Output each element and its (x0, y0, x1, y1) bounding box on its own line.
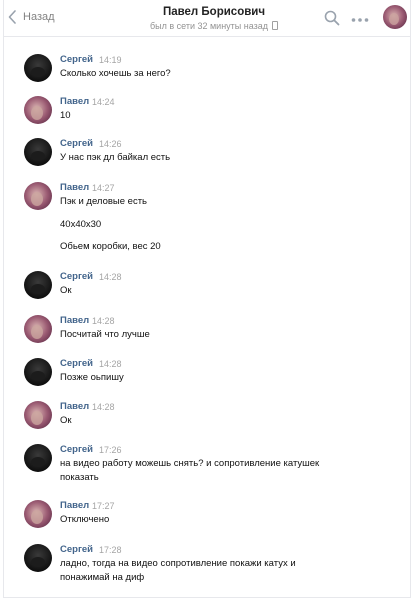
message-text: 40х40х30 (60, 219, 102, 230)
message-author[interactable]: Павел (60, 500, 89, 512)
message-time: 14:28 (99, 272, 122, 282)
message-author[interactable]: Сергей (60, 358, 93, 370)
message-text: Ок (60, 285, 72, 296)
message-text: понажимай на диф (60, 572, 145, 583)
message-text: Ок (60, 415, 72, 426)
sender-avatar-sergey[interactable] (24, 544, 52, 572)
more-icon (351, 18, 369, 22)
message-time: 17:27 (92, 501, 115, 511)
message-time: 17:26 (99, 445, 122, 455)
message-time: 14:19 (99, 55, 122, 65)
message-author[interactable]: Сергей (60, 271, 93, 283)
search-icon (324, 10, 340, 26)
chat-title-block[interactable]: Павел Борисович был в сети 32 минуты наз… (124, 5, 304, 32)
phone-icon (272, 21, 279, 30)
message-text: Обьем коробки, вес 20 (60, 241, 161, 252)
last-seen-text: был в сети 32 минуты назад (149, 21, 269, 31)
header-avatar[interactable] (383, 5, 407, 29)
message-text: Отключено (60, 514, 110, 525)
message-text: У нас пэк дл байкал есть (60, 152, 171, 163)
message-text: Позже оьпишу (60, 372, 124, 383)
message-author[interactable]: Сергей (60, 138, 93, 150)
sender-avatar-pavel[interactable] (24, 96, 52, 124)
message-time: 14:24 (92, 97, 115, 107)
message-text: Сколько хочешь за него? (60, 68, 171, 79)
message-author[interactable]: Сергей (60, 544, 93, 556)
message-author[interactable]: Сергей (60, 54, 93, 66)
sender-avatar-sergey[interactable] (24, 358, 52, 386)
message-author[interactable]: Павел (60, 401, 89, 413)
chevron-left-icon (8, 10, 16, 24)
message-time: 14:28 (92, 402, 115, 412)
sender-avatar-sergey[interactable] (24, 271, 52, 299)
more-button[interactable] (351, 12, 369, 30)
chat-window: Назад Павел Борисович был в сети 32 мину… (3, 0, 411, 598)
message-author[interactable]: Павел (60, 96, 89, 108)
message-text: 10 (60, 110, 71, 121)
sender-avatar-sergey[interactable] (24, 444, 52, 472)
message-time: 14:28 (92, 316, 115, 326)
sender-avatar-pavel[interactable] (24, 401, 52, 429)
last-seen-status: был в сети 32 минуты назад (124, 20, 304, 32)
sender-avatar-pavel[interactable] (24, 500, 52, 528)
message-text: на видео работу можешь снять? и сопротив… (60, 458, 320, 469)
avatar-image (383, 5, 407, 29)
chat-header: Назад Павел Борисович был в сети 32 мину… (4, 0, 410, 37)
message-time: 14:26 (99, 139, 122, 149)
message-text: показать (60, 472, 99, 483)
sender-avatar-sergey[interactable] (24, 54, 52, 82)
sender-avatar-pavel[interactable] (24, 315, 52, 343)
message-text: Пэк и деловые есть (60, 196, 147, 207)
sender-avatar-sergey[interactable] (24, 138, 52, 166)
back-button[interactable]: Назад (8, 8, 55, 26)
back-label: Назад (23, 11, 55, 23)
message-author[interactable]: Павел (60, 182, 89, 194)
message-author[interactable]: Сергей (60, 444, 93, 456)
message-text: Посчитай что лучше (60, 329, 150, 340)
message-author[interactable]: Павел (60, 315, 89, 327)
message-time: 14:27 (92, 183, 115, 193)
message-text: ладно, тогда на видео сопротивление пока… (60, 558, 296, 569)
message-time: 17:28 (99, 545, 122, 555)
search-button[interactable] (324, 10, 340, 31)
chat-title: Павел Борисович (162, 6, 266, 18)
message-time: 14:28 (99, 359, 122, 369)
sender-avatar-pavel[interactable] (24, 182, 52, 210)
